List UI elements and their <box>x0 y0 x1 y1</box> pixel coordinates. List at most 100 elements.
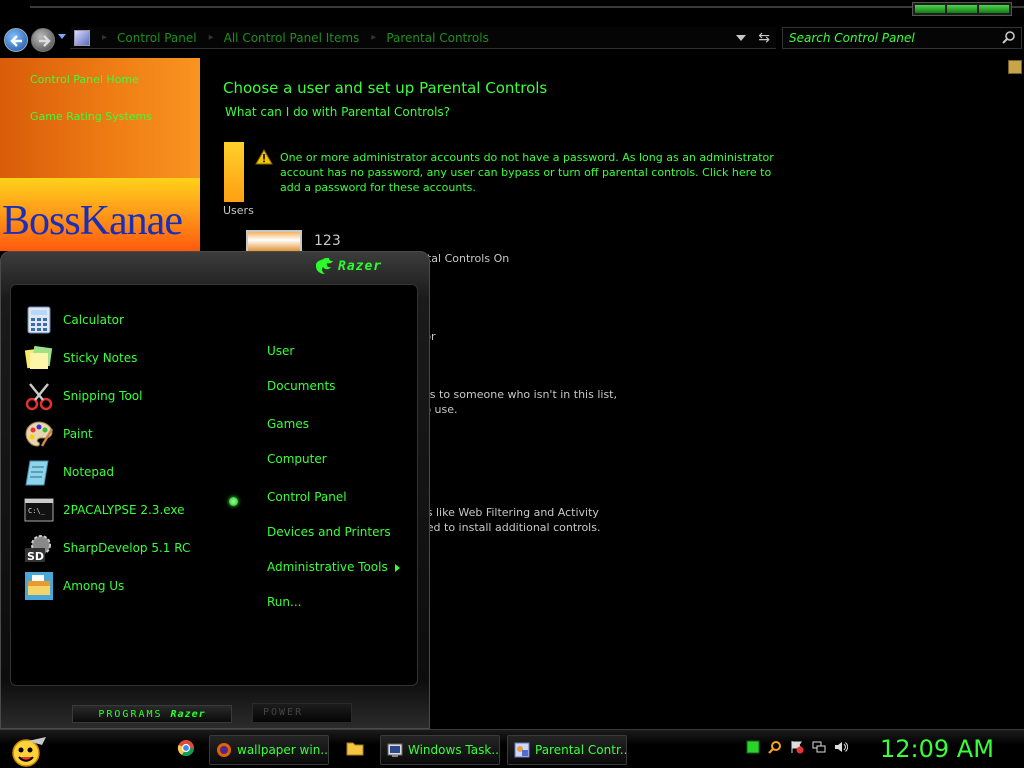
game-rating-systems-link[interactable]: Game Rating Systems <box>30 110 152 123</box>
close-button[interactable] <box>979 5 1009 13</box>
help-link[interactable]: What can I do with Parental Controls? <box>225 105 450 119</box>
breadcrumb-label: Control Panel <box>117 30 197 45</box>
program-label: Among Us <box>63 579 125 593</box>
refresh-icon[interactable]: ⇆ <box>758 30 770 46</box>
titlebar-line <box>30 6 1024 8</box>
program-item-calculator[interactable]: Calculator <box>24 304 224 336</box>
submenu-arrow-icon <box>395 564 400 572</box>
program-item-snipping-tool[interactable]: Snipping Tool <box>24 380 224 412</box>
action-center-flag-icon[interactable] <box>790 740 804 754</box>
chevron-right-icon: ▸ <box>208 32 214 43</box>
program-item-2pacalypse[interactable]: C:\_ 2PACALYPSE 2.3.exe <box>24 494 224 526</box>
start-orb-icon[interactable] <box>6 735 52 768</box>
razer-brand-text: Razer <box>338 258 383 274</box>
network-icon[interactable] <box>812 740 826 754</box>
taskbar-button-firefox[interactable]: wallpaper win... <box>209 735 329 765</box>
notepad-icon <box>25 460 49 486</box>
program-item-notepad[interactable]: Notepad <box>24 456 224 488</box>
control-panel-home-link[interactable]: Control Panel Home <box>30 73 139 86</box>
firefox-icon <box>217 743 231 757</box>
all-programs-brand: Razer <box>170 708 206 720</box>
program-item-paint[interactable]: Paint <box>24 418 224 450</box>
place-item-games[interactable]: Games <box>267 417 309 431</box>
svg-text:SD: SD <box>27 550 44 563</box>
task-manager-icon <box>387 743 403 757</box>
place-item-computer[interactable]: Computer <box>267 452 327 466</box>
control-panel-icon <box>514 742 530 758</box>
breadcrumb-item[interactable]: ▸ Control Panel <box>90 31 197 45</box>
place-item-devices-and-printers[interactable]: Devices and Printers <box>267 525 391 539</box>
game-icon <box>25 572 53 600</box>
back-button[interactable] <box>4 28 28 52</box>
program-label: Snipping Tool <box>63 389 143 403</box>
control-panel-icon <box>74 29 90 46</box>
add-user-hint-text: ols to someone who isn't in this list, <box>420 388 617 401</box>
place-item-documents[interactable]: Documents <box>267 379 335 393</box>
minimize-button[interactable] <box>915 5 945 13</box>
bosskanae-banner: BossKanae <box>0 178 200 251</box>
window-controls <box>912 2 1012 16</box>
breadcrumb-item[interactable]: ▸ All Control Panel Items <box>197 31 360 45</box>
taskbar-button-task-manager[interactable]: Windows Task... <box>380 735 500 765</box>
power-label: POWER <box>263 707 304 718</box>
program-label: 2PACALYPSE 2.3.exe <box>63 503 185 517</box>
search-tray-icon[interactable] <box>768 740 782 754</box>
search-box <box>782 27 1022 49</box>
help-icon[interactable] <box>1008 60 1022 74</box>
chevron-right-icon: ▸ <box>371 32 377 43</box>
taskbar-button-parental-controls[interactable]: Parental Contr... <box>507 735 627 765</box>
start-menu-body: Calculator Sticky Notes Snipping Tool Pa… <box>10 284 418 686</box>
arrow-left-icon <box>10 35 22 47</box>
all-programs-label: PROGRAMS <box>98 708 163 720</box>
volume-icon[interactable] <box>834 740 848 754</box>
breadcrumb-item[interactable]: ▸ Parental Controls <box>359 31 489 45</box>
recent-pages-dropdown[interactable] <box>58 34 66 39</box>
program-label: Paint <box>63 427 93 441</box>
paint-palette-icon <box>25 421 54 447</box>
chrome-icon[interactable] <box>177 739 195 757</box>
folder-icon[interactable] <box>346 739 364 757</box>
start-menu: Razer Calculator Sticky Notes Snipping T… <box>0 251 430 729</box>
program-item-sticky-notes[interactable]: Sticky Notes <box>24 342 224 374</box>
warning-icon <box>255 149 273 165</box>
address-history-dropdown[interactable] <box>736 35 746 41</box>
maximize-button[interactable] <box>947 5 977 13</box>
place-item-administrative-tools[interactable]: Administrative Tools <box>267 560 388 574</box>
calculator-icon <box>27 306 51 334</box>
users-section-marker <box>224 142 244 202</box>
page-title: Choose a user and set up Parental Contro… <box>223 79 548 97</box>
breadcrumb-label: All Control Panel Items <box>223 30 360 45</box>
place-item-control-panel[interactable]: Control Panel <box>267 490 347 504</box>
console-icon: C:\_ <box>24 498 54 522</box>
address-field[interactable]: ▸ Control Panel ▸ All Control Panel Items … <box>70 27 776 49</box>
password-warning-link[interactable]: One or more administrator accounts do no… <box>280 150 780 195</box>
razer-logo: Razer <box>314 256 382 276</box>
razer-snake-icon <box>316 258 333 274</box>
green-tray-icon[interactable] <box>746 740 760 754</box>
scissors-icon <box>25 383 53 411</box>
program-label: Sticky Notes <box>63 351 138 365</box>
taskbar-button-label: wallpaper win... <box>237 743 328 757</box>
sharpdevelop-icon: SD <box>25 535 51 563</box>
taskbar-button-label: Parental Contr... <box>535 743 626 757</box>
program-item-among-us[interactable]: Among Us <box>24 570 224 602</box>
program-item-sharpdevelop[interactable]: SD SharpDevelop 5.1 RC <box>24 532 224 564</box>
selection-marker-icon <box>229 497 238 506</box>
banner-text: BossKanae <box>2 198 183 244</box>
system-clock[interactable]: 12:09 AM <box>880 735 994 763</box>
power-button[interactable]: POWER <box>252 703 352 723</box>
place-item-user[interactable]: User <box>267 344 294 358</box>
arrow-right-icon <box>39 35 51 47</box>
program-label: Notepad <box>63 465 114 479</box>
breadcrumb-label: Parental Controls <box>386 30 489 45</box>
all-programs-button[interactable]: PROGRAMS Razer <box>72 705 232 723</box>
user-avatar[interactable] <box>246 230 302 252</box>
place-item-run[interactable]: Run... <box>267 595 301 609</box>
taskbar: wallpaper win... Windows Task... Parenta… <box>0 729 1024 768</box>
user-name[interactable]: 123 <box>314 233 341 249</box>
forward-button[interactable] <box>31 28 55 52</box>
program-label: SharpDevelop 5.1 RC <box>63 541 191 555</box>
notification-area <box>746 740 848 754</box>
search-input[interactable] <box>789 30 999 46</box>
search-icon[interactable] <box>1001 30 1017 46</box>
